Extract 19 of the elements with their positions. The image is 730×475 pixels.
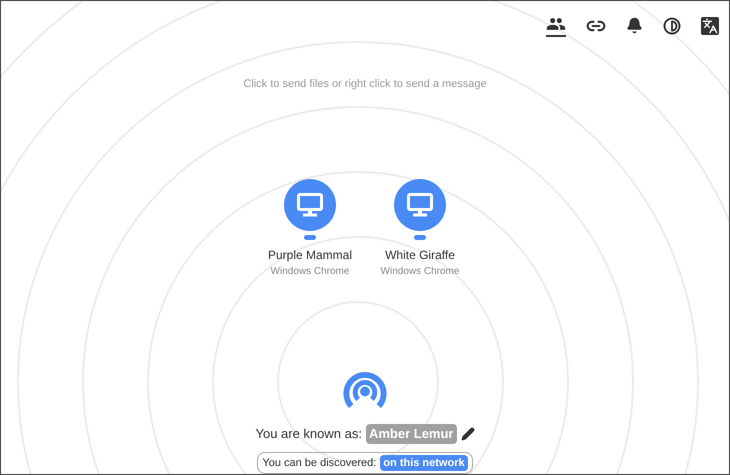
bell-icon[interactable] <box>626 17 643 34</box>
monitor-icon <box>407 192 433 217</box>
monitor-icon <box>297 192 323 217</box>
peer-device: Windows Chrome <box>270 264 350 279</box>
contrast-icon[interactable] <box>663 16 681 35</box>
discovery-label: You can be discovered: <box>262 456 376 470</box>
peer-device: Windows Chrome <box>380 264 460 279</box>
known-as-label: You are known as: <box>255 425 362 443</box>
discovery-scope[interactable]: on this network <box>380 454 468 471</box>
progress-pill <box>414 234 426 240</box>
progress-pill <box>304 234 316 240</box>
peer-name: White Giraffe <box>385 246 455 264</box>
hint-text: Click to send files or right click to send a message <box>243 77 487 92</box>
peer-avatar[interactable] <box>394 178 446 231</box>
peer-avatar[interactable] <box>284 178 336 231</box>
edit-icon[interactable] <box>460 426 474 441</box>
language-icon[interactable] <box>701 16 719 35</box>
display-name[interactable]: Amber Lemur <box>366 424 456 444</box>
peer-name: Purple Mammal <box>268 246 352 264</box>
